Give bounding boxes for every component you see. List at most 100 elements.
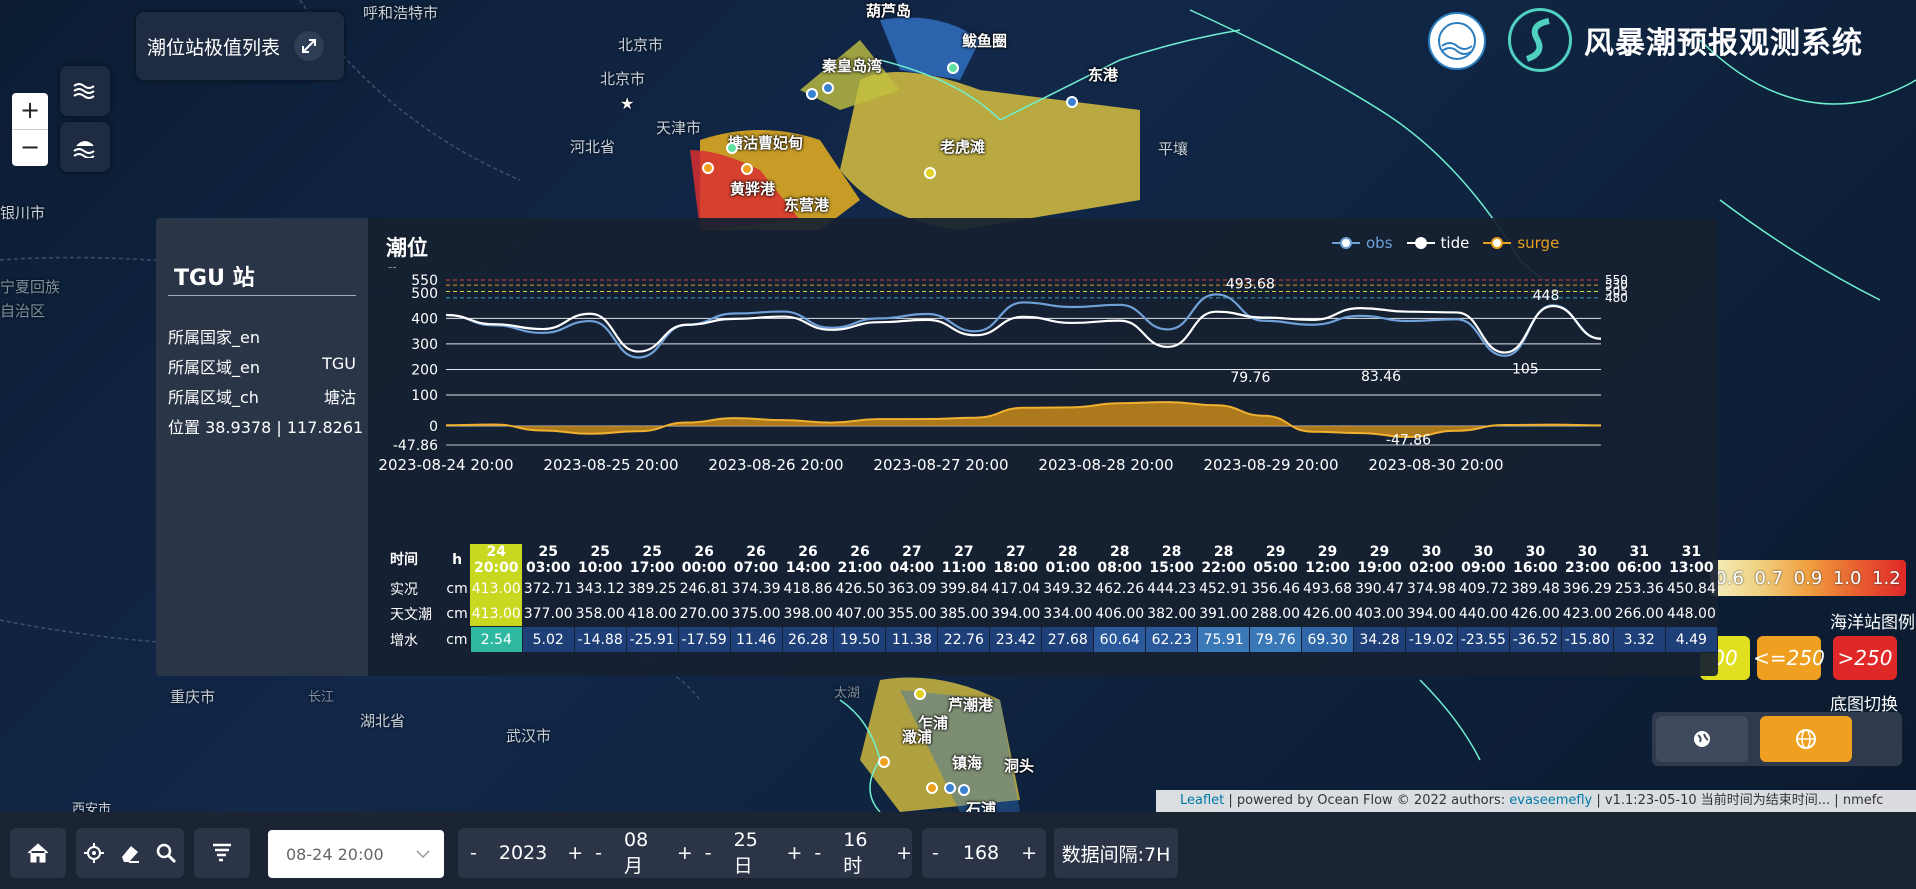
time-day: 28 [1161, 544, 1182, 560]
time-cell: 26 21:00 [834, 544, 886, 576]
station-marker[interactable] [924, 167, 936, 179]
span-value: 168 [962, 842, 1000, 864]
info-label: 所属区域_ch [168, 388, 259, 407]
station-marker[interactable] [914, 688, 926, 700]
day-decrement-button[interactable]: - [705, 842, 712, 864]
time-hour: 13:00 [1669, 560, 1714, 576]
y-tick-label: 0 [429, 419, 438, 435]
y-tick-label: 200 [411, 362, 438, 378]
zoom-in-button[interactable]: + [12, 93, 48, 130]
annotation-label: 493.68 [1226, 276, 1275, 292]
station-marker[interactable] [1066, 96, 1078, 108]
month-increment-button[interactable]: + [677, 842, 693, 864]
time-hour: 10:00 [577, 560, 623, 576]
time-day: 24 [486, 544, 507, 560]
info-label: 所属区域_en [168, 358, 260, 377]
date-select[interactable]: 08-24 20:00 [268, 830, 444, 878]
station-marker[interactable] [947, 62, 959, 74]
hour-increment-button[interactable]: + [896, 842, 912, 864]
time-day: 30 [1525, 544, 1546, 560]
station-marker[interactable] [806, 88, 818, 100]
leaflet-link[interactable]: Leaflet [1180, 793, 1224, 808]
legend-item-le250[interactable]: <=250 [1753, 636, 1825, 680]
station-marker[interactable] [926, 782, 938, 794]
station-marker[interactable] [878, 756, 890, 768]
author-link[interactable]: evaseemefly [1509, 793, 1592, 808]
station-marker[interactable] [944, 782, 956, 794]
station-marker[interactable] [958, 784, 970, 796]
scale-value: 1.0 [1832, 567, 1862, 589]
station-marker[interactable] [726, 142, 738, 154]
tide-cell: 334.00 [1043, 605, 1093, 622]
obs-cell: 372.71 [523, 580, 573, 597]
span-decrement-button[interactable]: - [932, 842, 939, 864]
home-button[interactable] [10, 828, 66, 878]
time-cell: 29 05:00 [1250, 544, 1302, 576]
year-increment-button[interactable]: + [567, 842, 583, 864]
typhoon-button[interactable] [194, 828, 250, 878]
span-increment-button[interactable]: + [1021, 842, 1037, 864]
tide-cell: 270.00 [679, 605, 729, 622]
month-value: 08月 [624, 828, 649, 877]
hour-decrement-button[interactable]: - [814, 842, 821, 864]
surge-cell: 11.38 [885, 626, 939, 653]
threshold-label: 480 [1605, 291, 1628, 305]
surge-cell: -36.52 [1508, 626, 1562, 653]
time-cell: 26 14:00 [782, 544, 834, 576]
tide-cell: 355.00 [887, 605, 937, 622]
port-label: 芦潮港 [948, 696, 994, 714]
surge-cell: 79.76 [1249, 626, 1303, 653]
station-list-button[interactable]: 潮位站极值列表 [136, 12, 344, 80]
tide-cell: 413.00 [470, 601, 523, 627]
x-tick-label: 2023-08-24 20:00 [378, 456, 513, 474]
tide-cell: 426.00 [1510, 605, 1560, 622]
locate-icon[interactable] [83, 842, 105, 864]
month-decrement-button[interactable]: - [595, 842, 602, 864]
surge-cell: 69.30 [1301, 626, 1354, 653]
surge-cell: 60.64 [1093, 626, 1147, 653]
port-label: 黄骅港 [730, 180, 776, 198]
eraser-icon[interactable] [119, 842, 141, 864]
station-marker[interactable] [702, 162, 714, 174]
tide-cell: 266.00 [1614, 605, 1664, 622]
time-cell: 30 23:00 [1561, 544, 1613, 576]
row-label: 实况 [390, 581, 418, 598]
surge-cell: 22.76 [937, 626, 991, 653]
time-cell: 25 10:00 [574, 544, 626, 576]
map-label: 太湖 [834, 686, 861, 701]
map-label: 长江 [308, 690, 335, 705]
zoom-out-button[interactable]: − [12, 130, 48, 166]
port-label: 澉浦 [902, 728, 933, 746]
station-marker[interactable] [741, 163, 753, 175]
surge-cell: 26.28 [781, 626, 835, 653]
day-increment-button[interactable]: + [786, 842, 802, 864]
time-hour: 04:00 [889, 560, 935, 576]
time-day: 27 [954, 544, 974, 560]
obs-cell: 409.72 [1458, 580, 1508, 597]
basemap-globe-button[interactable] [1760, 716, 1852, 762]
table-row: 天文潮 cm 413.00 377.00 358.00 418.00 270.00 375.0… [390, 601, 1718, 627]
obs-cell: 426.50 [835, 580, 885, 597]
time-hour: 00:00 [681, 560, 727, 576]
wave-layer-button[interactable] [60, 66, 110, 116]
row-unit: cm [446, 580, 468, 597]
expand-icon[interactable] [294, 31, 325, 61]
station-list-label: 潮位站极值列表 [147, 36, 281, 59]
legend-item-gt250[interactable]: >250 [1833, 636, 1897, 680]
station-marker[interactable] [822, 82, 834, 94]
surge-cell: 3.32 [1612, 626, 1666, 653]
tide-cell: 406.00 [1095, 605, 1145, 622]
basemap-satellite-button[interactable] [1656, 716, 1748, 762]
storm-surge-icon [73, 141, 95, 158]
obs-cell: 390.47 [1354, 580, 1404, 597]
obs-cell: 452.91 [1199, 580, 1249, 597]
year-decrement-button[interactable]: - [470, 842, 477, 864]
obs-cell: 444.23 [1147, 580, 1197, 597]
span-stepper: - 168 + [922, 828, 1046, 878]
storm-layer-button[interactable] [60, 122, 110, 172]
search-icon[interactable] [155, 842, 177, 864]
obs-cell: 389.48 [1510, 580, 1560, 597]
time-cell: 25 17:00 [626, 544, 678, 576]
port-label: 老虎滩 [940, 138, 986, 156]
surge-cell: 23.42 [989, 626, 1043, 653]
